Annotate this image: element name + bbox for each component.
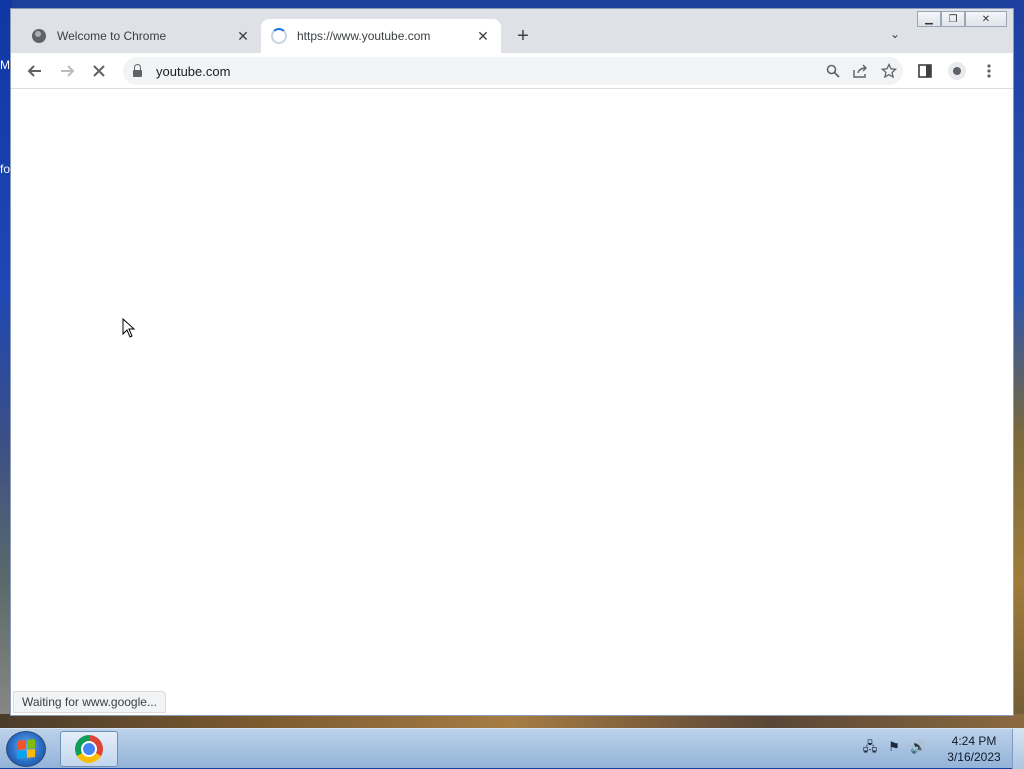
taskbar-chrome-button[interactable] [60,731,118,767]
globe-icon [31,28,47,44]
stop-icon[interactable] [87,59,111,83]
windows-logo-icon [17,739,35,759]
browser-toolbar: youtube.com [11,53,1013,89]
clock-time: 4:24 PM [951,734,997,748]
chrome-window: Welcome to Chrome ✕ https://www.youtube.… [10,8,1014,716]
tab-strip: Welcome to Chrome ✕ https://www.youtube.… [11,9,1013,53]
bookmark-star-icon[interactable] [875,59,903,83]
volume-icon[interactable]: 🔊 [910,739,926,755]
show-desktop-button[interactable] [1012,729,1024,769]
back-arrow-icon[interactable] [23,59,47,83]
desktop-wallpaper-bottom [0,714,1024,728]
tab-title: https://www.youtube.com [297,29,431,43]
url-text[interactable]: youtube.com [156,64,819,79]
desktop-icon-label-partial[interactable]: M [0,58,10,72]
taskbar: 🖧 ⚑ 🔊 4:24 PM 3/16/2023 [0,728,1024,769]
action-center-flag-icon[interactable]: ⚑ [886,739,902,755]
close-window-button[interactable]: ✕ [965,11,1007,27]
profile-avatar-icon[interactable] [945,59,969,83]
close-tab-icon[interactable]: ✕ [235,28,251,44]
clock[interactable]: 4:24 PM 3/16/2023 [936,733,1012,765]
status-bubble: Waiting for www.google... [13,691,166,713]
minimize-button[interactable]: ▁ [917,11,941,27]
tab-youtube[interactable]: https://www.youtube.com ✕ [261,19,501,53]
tab-welcome[interactable]: Welcome to Chrome ✕ [21,19,261,53]
mouse-cursor-icon [122,318,136,338]
clock-date: 3/16/2023 [947,750,1001,764]
menu-kebab-icon[interactable] [977,59,1001,83]
search-icon[interactable] [819,59,847,83]
forward-arrow-icon[interactable] [55,59,79,83]
network-icon[interactable]: 🖧 [862,739,878,755]
tab-title: Welcome to Chrome [57,29,167,43]
start-button[interactable] [6,731,46,767]
page-content[interactable]: Waiting for www.google... [11,89,1013,715]
side-panel-icon[interactable] [913,59,937,83]
address-bar[interactable]: youtube.com [123,57,903,85]
maximize-button[interactable]: ❐ [941,11,965,27]
loading-spinner-icon [271,28,287,44]
close-tab-icon[interactable]: ✕ [475,28,491,44]
system-tray: 🖧 ⚑ 🔊 [862,739,926,755]
tab-search-chevron-icon[interactable]: ⌄ [885,27,905,45]
share-icon[interactable] [847,59,875,83]
desktop-icon-label-partial[interactable]: fo [0,162,10,176]
new-tab-button[interactable]: + [511,26,535,47]
chrome-icon [75,735,103,763]
lock-icon[interactable] [133,63,142,77]
window-controls: ▁ ❐ ✕ [917,11,1007,27]
